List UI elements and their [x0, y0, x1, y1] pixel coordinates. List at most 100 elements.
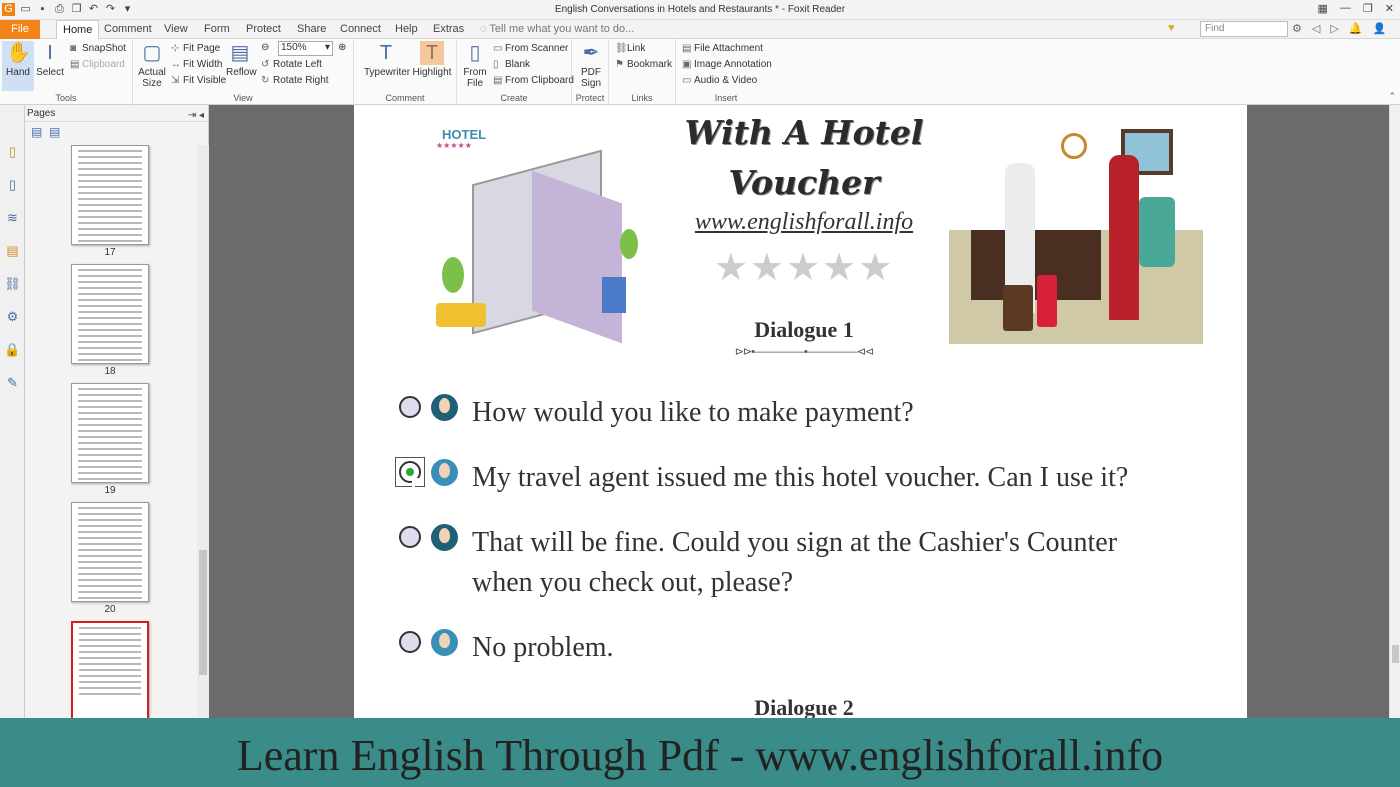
- dialogue-radio-4[interactable]: [399, 631, 421, 653]
- page-thumbnail-17[interactable]: [71, 145, 149, 245]
- signatures-panel-icon[interactable]: ⚙: [0, 300, 25, 333]
- group-protect: ✒ PDF Sign Protect: [572, 39, 609, 105]
- layout-icon[interactable]: ▦: [1318, 2, 1328, 15]
- thumbnails-scrollbar[interactable]: [197, 145, 209, 718]
- security-panel-icon[interactable]: 🔒: [0, 333, 25, 366]
- typewriter-button[interactable]: T Typewriter: [364, 41, 410, 78]
- from-scanner-button[interactable]: ▭ From Scanner: [493, 43, 568, 54]
- tab-connect[interactable]: Connect: [334, 20, 387, 39]
- actual-size-button[interactable]: ▢ Actual Size: [137, 41, 167, 89]
- page-zoom-icon[interactable]: ▤: [49, 125, 60, 139]
- dialogue-line-3: That will be fine. Could you sign at the…: [399, 523, 1172, 603]
- hand-button[interactable]: ✋ Hand: [2, 41, 34, 91]
- hand-icon: ✋: [6, 42, 31, 64]
- close-button[interactable]: ✕: [1385, 2, 1394, 15]
- panel-controls[interactable]: ⇥ ◂: [188, 107, 204, 124]
- audio-video-button[interactable]: ▭ Audio & Video: [682, 75, 757, 86]
- forward-icon[interactable]: ▷: [1330, 22, 1338, 35]
- bookmarks-panel-icon[interactable]: ▯: [0, 168, 25, 201]
- fit-page-button[interactable]: ⊹ Fit Page: [171, 43, 220, 54]
- fit-width-button[interactable]: ↔ Fit Width: [171, 59, 222, 70]
- woman-avatar-icon: [431, 629, 458, 656]
- zoom-in-icon[interactable]: ⊕: [338, 42, 346, 53]
- page-thumbnail-current[interactable]: [71, 621, 149, 718]
- file-attachment-button[interactable]: ▤ File Attachment: [682, 43, 763, 54]
- page-options-icon[interactable]: ▤: [31, 125, 42, 139]
- pages-panel-header: Pages ⇥ ◂: [25, 105, 208, 122]
- dialogue-radio-3[interactable]: [399, 526, 421, 548]
- attachments-panel-icon[interactable]: ⛓: [0, 267, 25, 300]
- pages-toolbar: ▤ ▤: [25, 122, 208, 144]
- group-view: ▢ Actual Size ⊹ Fit Page ↔ Fit Width ⇲ Fit V…: [133, 39, 354, 105]
- collapse-ribbon-icon[interactable]: ⌃: [1388, 91, 1396, 102]
- zoom-value: 150%: [281, 42, 307, 53]
- tab-extras[interactable]: Extras: [427, 20, 470, 39]
- tab-file[interactable]: File: [0, 20, 40, 39]
- link-label: Link: [627, 43, 646, 54]
- pages-panel-icon[interactable]: ▯: [0, 135, 25, 168]
- bookmark-button[interactable]: ⚑ Bookmark: [615, 59, 672, 70]
- actual-size-icon: ▢: [142, 42, 162, 64]
- fit-visible-label: Fit Visible: [183, 75, 227, 86]
- document-scrollbar-thumb[interactable]: [1392, 645, 1399, 663]
- image-icon: ▣: [682, 59, 692, 70]
- protect-group-label: Protect: [575, 93, 605, 103]
- tell-me-box[interactable]: ◌ Tell me what you want to do...: [480, 20, 634, 39]
- blank-button[interactable]: ▯ Blank: [493, 59, 530, 70]
- pdf-sign-button[interactable]: ✒ PDF Sign: [576, 41, 606, 89]
- document-scrollbar[interactable]: [1389, 105, 1400, 718]
- tab-protect[interactable]: Protect: [240, 20, 287, 39]
- heart-icon[interactable]: ♥: [1168, 22, 1175, 34]
- snapshot-label: SnapShot: [82, 43, 126, 54]
- highlight-icon: T: [420, 41, 444, 65]
- snapshot-button[interactable]: ◙ SnapShot: [70, 43, 126, 54]
- select-button[interactable]: I Select: [36, 41, 64, 78]
- tell-me-text: Tell me what you want to do...: [489, 23, 635, 35]
- user-icon[interactable]: 👤: [1373, 22, 1387, 35]
- scrollbar-thumb[interactable]: [199, 550, 207, 675]
- tab-share[interactable]: Share: [291, 20, 332, 39]
- dialogue-text-4: No problem.: [472, 632, 614, 663]
- tab-help[interactable]: Help: [389, 20, 424, 39]
- hotel-sign-stars: ★★★★★: [436, 141, 472, 150]
- comments-panel-icon[interactable]: ▤: [0, 234, 25, 267]
- attachment-icon: ▤: [682, 43, 692, 54]
- rotate-left-button[interactable]: ↺ Rotate Left: [261, 59, 322, 70]
- tab-form[interactable]: Form: [198, 20, 236, 39]
- tab-view[interactable]: View: [158, 20, 194, 39]
- group-links: ⛓Link ⚑ Bookmark Links: [609, 39, 676, 105]
- page-thumbnail-19[interactable]: [71, 383, 149, 483]
- link-button[interactable]: ⛓Link: [615, 43, 645, 54]
- clipboard-button[interactable]: ▤ Clipboard: [70, 59, 125, 70]
- back-icon[interactable]: ◁: [1312, 22, 1320, 35]
- pen-icon: ✒: [582, 42, 600, 64]
- from-clipboard-button[interactable]: ▤ From Clipboard: [493, 75, 574, 86]
- reflow-button[interactable]: ▤ Reflow: [226, 41, 257, 78]
- zoom-out-icon[interactable]: ⊖: [261, 42, 269, 53]
- armchair: [1139, 197, 1175, 267]
- highlight-label: Highlight: [412, 67, 452, 78]
- bell-icon[interactable]: 🔔: [1349, 22, 1363, 35]
- tools-panel-icon[interactable]: ✎: [0, 366, 25, 399]
- minimize-button[interactable]: —: [1340, 2, 1351, 15]
- rotate-right-icon: ↻: [261, 75, 270, 86]
- page-thumbnail-18[interactable]: [71, 264, 149, 364]
- image-annotation-button[interactable]: ▣ Image Annotation: [682, 59, 772, 70]
- site-url: www.englishforall.info: [694, 209, 914, 235]
- select-label: Select: [36, 67, 64, 78]
- restore-button[interactable]: ❐: [1363, 2, 1373, 15]
- layers-panel-icon[interactable]: ≋: [0, 201, 25, 234]
- tab-comment[interactable]: Comment: [98, 20, 158, 39]
- find-input[interactable]: Find: [1200, 21, 1288, 37]
- zoom-select[interactable]: 150% ▾: [278, 41, 333, 56]
- settings-icon[interactable]: ⚙: [1292, 22, 1302, 35]
- fit-visible-button[interactable]: ⇲ Fit Visible: [171, 75, 226, 86]
- tab-home[interactable]: Home: [56, 20, 100, 39]
- highlight-button[interactable]: T Highlight: [412, 41, 452, 78]
- dialogue-radio-1[interactable]: [399, 396, 421, 418]
- from-file-button[interactable]: ▯ From File: [461, 41, 489, 89]
- fit-page-label: Fit Page: [183, 43, 221, 54]
- clipboard-icon: ▤: [70, 59, 80, 70]
- page-thumbnail-20[interactable]: [71, 502, 149, 602]
- rotate-right-button[interactable]: ↻ Rotate Right: [261, 75, 329, 86]
